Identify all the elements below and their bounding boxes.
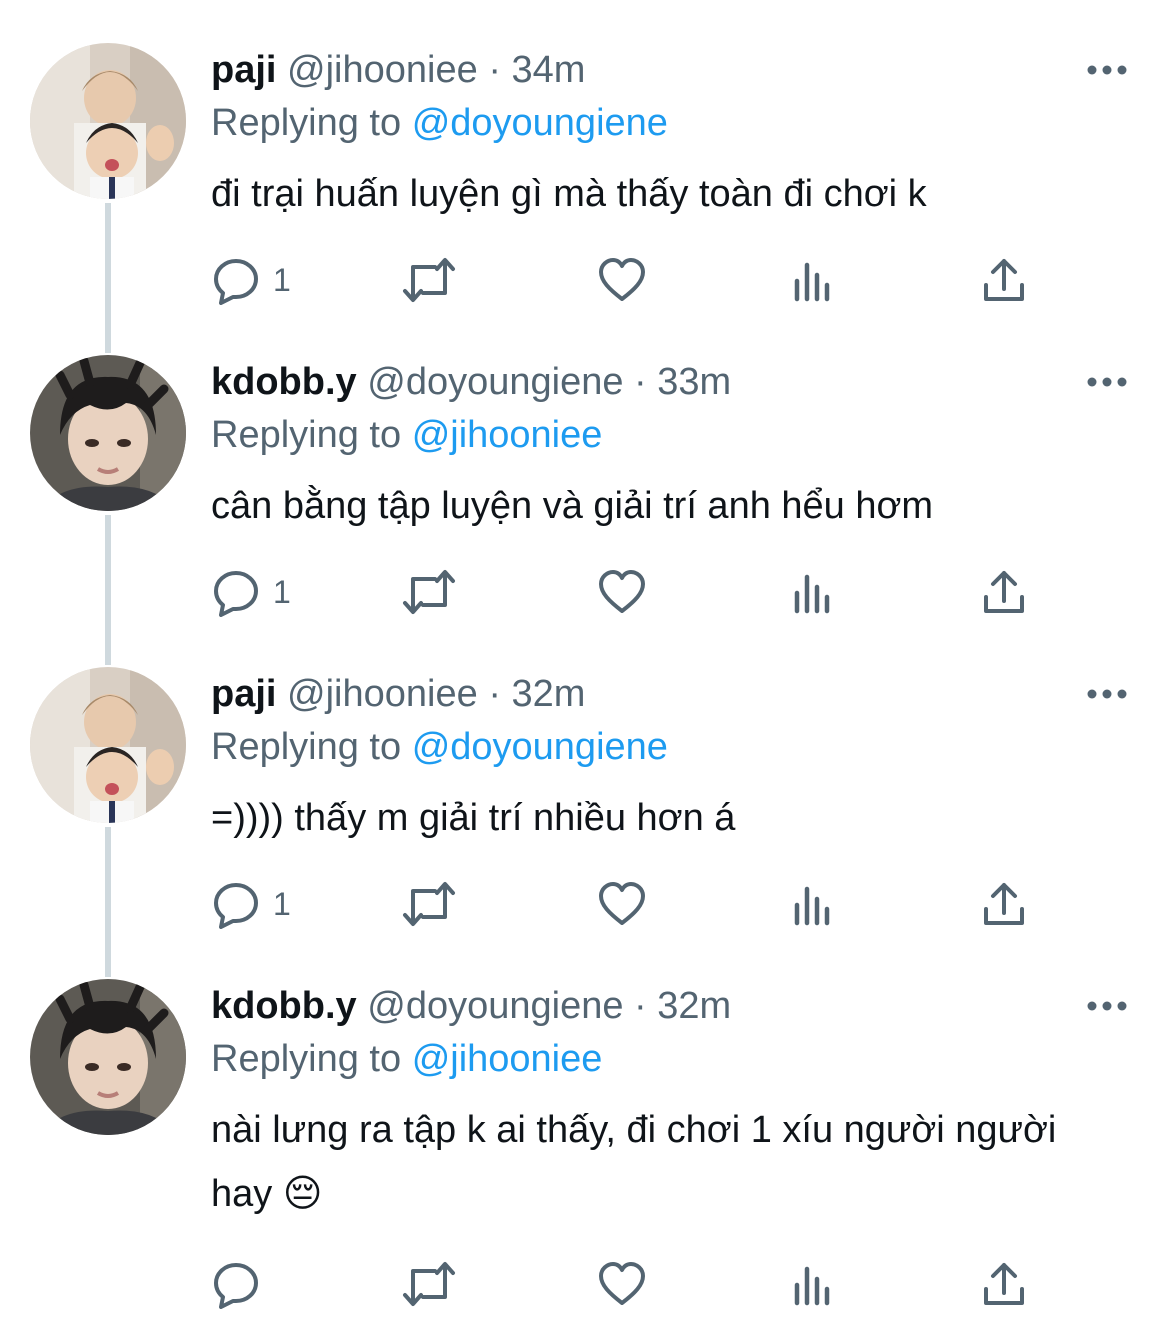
analytics-button[interactable] <box>791 250 835 310</box>
timestamp[interactable]: 32m <box>657 985 731 1027</box>
tweet[interactable]: paji @jihooniee · 34m Replying to @doyou… <box>0 0 1170 312</box>
like-button[interactable] <box>597 562 647 622</box>
tweet-actions: 1 <box>211 874 1071 934</box>
tweet-text: cân bằng tập luyện và giải trí anh hểu h… <box>211 485 934 527</box>
tweet-header: paji @jihooniee · 32m <box>211 669 585 719</box>
retweet-icon <box>403 570 455 614</box>
retweet-button[interactable] <box>401 562 457 622</box>
share-icon <box>984 883 1024 925</box>
mention-link[interactable]: @doyoungiene <box>412 726 668 768</box>
analytics-icon <box>794 574 830 614</box>
reply-icon <box>214 259 258 305</box>
heart-icon <box>599 570 645 613</box>
more-icon[interactable] <box>1085 684 1129 704</box>
more-icon[interactable] <box>1085 996 1129 1016</box>
replying-to: Replying to @jihooniee <box>211 1034 602 1084</box>
tweet[interactable]: kdobb.y @doyoungiene · 32m Replying to @… <box>0 936 1170 1331</box>
tweet-thread: paji @jihooniee · 34m Replying to @doyou… <box>0 0 1170 1331</box>
like-button[interactable] <box>597 1254 647 1314</box>
separator-dot: · <box>488 49 501 91</box>
reply-icon <box>214 571 258 617</box>
tweet[interactable]: paji @jihooniee · 32m Replying to @doyou… <box>0 624 1170 936</box>
share-button[interactable] <box>981 874 1027 934</box>
like-button[interactable] <box>597 874 647 934</box>
replying-to-label: Replying to <box>211 1038 402 1080</box>
reply-count: 1 <box>273 573 291 610</box>
analytics-icon <box>794 262 830 302</box>
separator-dot: · <box>488 673 501 715</box>
analytics-icon <box>794 886 830 926</box>
like-button[interactable] <box>597 250 647 310</box>
retweet-icon <box>403 1262 455 1306</box>
mention-link[interactable]: @doyoungiene <box>412 102 668 144</box>
tweet-header: kdobb.y @doyoungiene · 33m <box>211 357 731 407</box>
replying-to: Replying to @doyoungiene <box>211 722 668 772</box>
user-handle[interactable]: @doyoungiene <box>367 361 623 403</box>
share-icon <box>984 259 1024 301</box>
tweet-text: =)))) thấy m giải trí nhiều hơn á <box>211 797 736 839</box>
reply-button[interactable]: 1 <box>211 874 291 934</box>
replying-to: Replying to @doyoungiene <box>211 98 668 148</box>
retweet-button[interactable] <box>401 1254 457 1314</box>
heart-icon <box>599 882 645 925</box>
reply-count: 1 <box>273 261 291 298</box>
display-name[interactable]: kdobb.y <box>211 985 357 1027</box>
timestamp[interactable]: 33m <box>657 361 731 403</box>
user-handle[interactable]: @jihooniee <box>287 49 478 91</box>
user-handle[interactable]: @jihooniee <box>287 673 478 715</box>
tweet-header: paji @jihooniee · 34m <box>211 45 585 95</box>
retweet-icon <box>403 258 455 302</box>
analytics-icon <box>794 1266 830 1306</box>
share-button[interactable] <box>981 1254 1027 1314</box>
analytics-button[interactable] <box>791 562 835 622</box>
heart-icon <box>599 1262 645 1305</box>
display-name[interactable]: kdobb.y <box>211 361 357 403</box>
replying-to: Replying to @jihooniee <box>211 410 602 460</box>
user-handle[interactable]: @doyoungiene <box>367 985 623 1027</box>
separator-dot: · <box>634 985 647 1027</box>
tweet[interactable]: kdobb.y @doyoungiene · 33m Replying to @… <box>0 312 1170 624</box>
reply-icon <box>214 1263 258 1309</box>
retweet-button[interactable] <box>401 874 457 934</box>
tweet-actions: 1 <box>211 250 1071 310</box>
heart-icon <box>599 258 645 301</box>
share-button[interactable] <box>981 562 1027 622</box>
tweet-text: nài lưng ra tập k ai thấy, đi chơi 1 xíu… <box>211 1109 1057 1215</box>
avatar[interactable] <box>30 355 186 511</box>
reply-button[interactable]: 1 <box>211 562 291 622</box>
reply-icon <box>214 883 258 929</box>
avatar[interactable] <box>30 667 186 823</box>
display-name[interactable]: paji <box>211 673 276 715</box>
replying-to-label: Replying to <box>211 726 402 768</box>
more-icon[interactable] <box>1085 60 1129 80</box>
separator-dot: · <box>634 361 647 403</box>
tweet-header: kdobb.y @doyoungiene · 32m <box>211 981 731 1031</box>
retweet-button[interactable] <box>401 250 457 310</box>
mention-link[interactable]: @jihooniee <box>412 414 603 456</box>
display-name[interactable]: paji <box>211 49 276 91</box>
analytics-button[interactable] <box>791 874 835 934</box>
reply-button[interactable]: 1 <box>211 250 291 310</box>
reply-button[interactable] <box>211 1254 273 1314</box>
avatar[interactable] <box>30 43 186 199</box>
analytics-button[interactable] <box>791 1254 835 1314</box>
timestamp[interactable]: 32m <box>512 673 586 715</box>
timestamp[interactable]: 34m <box>512 49 586 91</box>
replying-to-label: Replying to <box>211 414 402 456</box>
share-icon <box>984 571 1024 613</box>
mention-link[interactable]: @jihooniee <box>412 1038 603 1080</box>
retweet-icon <box>403 882 455 926</box>
tweet-actions: 1 <box>211 562 1071 622</box>
replying-to-label: Replying to <box>211 102 402 144</box>
tweet-text: đi trại huấn luyện gì mà thấy toàn đi ch… <box>211 173 927 215</box>
avatar[interactable] <box>30 979 186 1135</box>
share-icon <box>984 1263 1024 1305</box>
reply-count: 1 <box>273 885 291 922</box>
tweet-actions <box>211 1254 1071 1314</box>
share-button[interactable] <box>981 250 1027 310</box>
more-icon[interactable] <box>1085 372 1129 392</box>
